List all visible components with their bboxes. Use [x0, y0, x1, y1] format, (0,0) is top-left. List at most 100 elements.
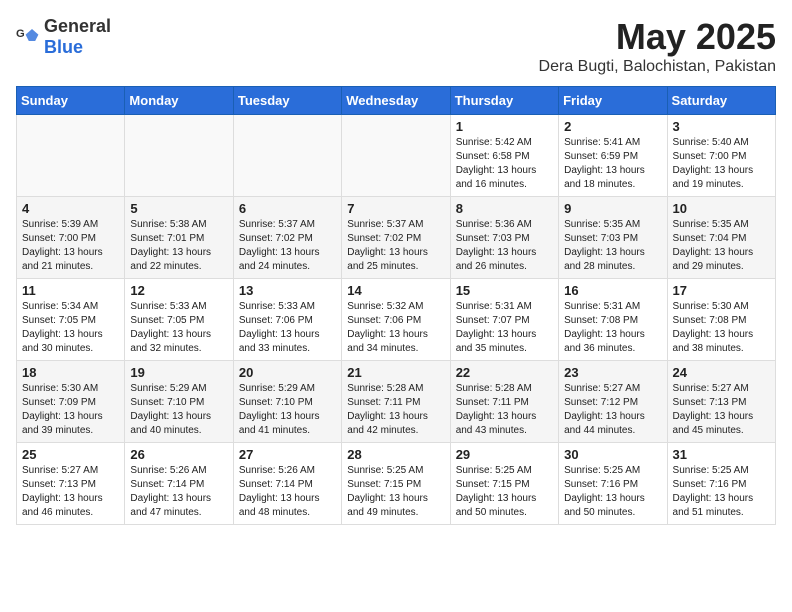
- day-detail: Sunrise: 5:37 AM Sunset: 7:02 PM Dayligh…: [347, 218, 444, 274]
- header: G General Blue May 2025 Dera Bugti, Balo…: [16, 16, 776, 76]
- title-section: May 2025 Dera Bugti, Balochistan, Pakist…: [539, 16, 776, 76]
- calendar-cell: 4 Sunrise: 5:39 AM Sunset: 7:00 PM Daylig…: [17, 197, 125, 279]
- day-detail: Sunrise: 5:39 AM Sunset: 7:00 PM Dayligh…: [22, 218, 119, 274]
- calendar-cell: 26Sunrise: 5:26 AM Sunset: 7:14 PM Dayli…: [125, 443, 233, 525]
- svg-text:G: G: [16, 28, 25, 40]
- day-detail: Sunrise: 5:26 AM Sunset: 7:14 PM Dayligh…: [239, 464, 336, 520]
- day-detail: Sunrise: 5:42 AM Sunset: 6:58 PM Dayligh…: [456, 136, 553, 192]
- calendar-header-row: SundayMondayTuesdayWednesdayThursdayFrid…: [17, 87, 776, 115]
- day-detail: Sunrise: 5:38 AM Sunset: 7:01 PM Dayligh…: [130, 218, 227, 274]
- day-number: 9: [564, 201, 661, 216]
- day-detail: Sunrise: 5:25 AM Sunset: 7:16 PM Dayligh…: [564, 464, 661, 520]
- day-header-saturday: Saturday: [667, 87, 775, 115]
- day-number: 3: [673, 119, 770, 134]
- day-detail: Sunrise: 5:33 AM Sunset: 7:06 PM Dayligh…: [239, 300, 336, 356]
- day-detail: Sunrise: 5:27 AM Sunset: 7:12 PM Dayligh…: [564, 382, 661, 438]
- day-header-monday: Monday: [125, 87, 233, 115]
- month-title: May 2025: [539, 16, 776, 58]
- day-number: 4: [22, 201, 119, 216]
- day-detail: Sunrise: 5:31 AM Sunset: 7:08 PM Dayligh…: [564, 300, 661, 356]
- calendar-cell: 19 Sunrise: 5:29 AM Sunset: 7:10 PM Dayli…: [125, 361, 233, 443]
- calendar-cell: 27 Sunrise: 5:26 AM Sunset: 7:14 PM Dayli…: [233, 443, 341, 525]
- day-header-tuesday: Tuesday: [233, 87, 341, 115]
- day-detail: Sunrise: 5:27 AM Sunset: 7:13 PM Dayligh…: [22, 464, 119, 520]
- calendar-cell: 18Sunrise: 5:30 AM Sunset: 7:09 PM Dayli…: [17, 361, 125, 443]
- day-detail: Sunrise: 5:32 AM Sunset: 7:06 PM Dayligh…: [347, 300, 444, 356]
- calendar-cell: 16 Sunrise: 5:31 AM Sunset: 7:08 PM Dayli…: [559, 279, 667, 361]
- logo-blue: Blue: [44, 37, 83, 57]
- day-detail: Sunrise: 5:26 AM Sunset: 7:14 PM Dayligh…: [130, 464, 227, 520]
- day-number: 12: [130, 283, 227, 298]
- day-number: 6: [239, 201, 336, 216]
- day-detail: Sunrise: 5:30 AM Sunset: 7:09 PM Dayligh…: [22, 382, 119, 438]
- day-header-sunday: Sunday: [17, 87, 125, 115]
- calendar-cell: 7Sunrise: 5:37 AM Sunset: 7:02 PM Daylig…: [342, 197, 450, 279]
- day-number: 16: [564, 283, 661, 298]
- day-detail: Sunrise: 5:25 AM Sunset: 7:15 PM Dayligh…: [456, 464, 553, 520]
- calendar-cell: 11Sunrise: 5:34 AM Sunset: 7:05 PM Dayli…: [17, 279, 125, 361]
- day-number: 25: [22, 447, 119, 462]
- calendar-cell: 9 Sunrise: 5:35 AM Sunset: 7:03 PM Daylig…: [559, 197, 667, 279]
- day-number: 28: [347, 447, 444, 462]
- day-number: 19: [130, 365, 227, 380]
- day-number: 13: [239, 283, 336, 298]
- calendar-cell: 23 Sunrise: 5:27 AM Sunset: 7:12 PM Dayli…: [559, 361, 667, 443]
- day-detail: Sunrise: 5:37 AM Sunset: 7:02 PM Dayligh…: [239, 218, 336, 274]
- day-number: 27: [239, 447, 336, 462]
- day-detail: Sunrise: 5:25 AM Sunset: 7:15 PM Dayligh…: [347, 464, 444, 520]
- logo-general: General: [44, 16, 111, 36]
- day-number: 2: [564, 119, 661, 134]
- calendar-cell: 5 Sunrise: 5:38 AM Sunset: 7:01 PM Daylig…: [125, 197, 233, 279]
- calendar-cell: 12Sunrise: 5:33 AM Sunset: 7:05 PM Dayli…: [125, 279, 233, 361]
- calendar-cell: 10Sunrise: 5:35 AM Sunset: 7:04 PM Dayli…: [667, 197, 775, 279]
- calendar-cell: 15Sunrise: 5:31 AM Sunset: 7:07 PM Dayli…: [450, 279, 558, 361]
- day-detail: Sunrise: 5:40 AM Sunset: 7:00 PM Dayligh…: [673, 136, 770, 192]
- logo-icon: G: [16, 25, 40, 49]
- day-number: 22: [456, 365, 553, 380]
- calendar-cell: 1 Sunrise: 5:42 AM Sunset: 6:58 PM Daylig…: [450, 115, 558, 197]
- calendar-cell: [233, 115, 341, 197]
- day-header-wednesday: Wednesday: [342, 87, 450, 115]
- calendar-cell: 30 Sunrise: 5:25 AM Sunset: 7:16 PM Dayli…: [559, 443, 667, 525]
- calendar-cell: 13 Sunrise: 5:33 AM Sunset: 7:06 PM Dayli…: [233, 279, 341, 361]
- day-number: 1: [456, 119, 553, 134]
- day-number: 21: [347, 365, 444, 380]
- calendar-week-row: 4 Sunrise: 5:39 AM Sunset: 7:00 PM Daylig…: [17, 197, 776, 279]
- day-detail: Sunrise: 5:30 AM Sunset: 7:08 PM Dayligh…: [673, 300, 770, 356]
- day-number: 23: [564, 365, 661, 380]
- location-subtitle: Dera Bugti, Balochistan, Pakistan: [539, 58, 776, 76]
- day-detail: Sunrise: 5:35 AM Sunset: 7:03 PM Dayligh…: [564, 218, 661, 274]
- calendar-cell: 24 Sunrise: 5:27 AM Sunset: 7:13 PM Dayli…: [667, 361, 775, 443]
- calendar-cell: 17 Sunrise: 5:30 AM Sunset: 7:08 PM Dayli…: [667, 279, 775, 361]
- calendar-cell: 20 Sunrise: 5:29 AM Sunset: 7:10 PM Dayli…: [233, 361, 341, 443]
- calendar-cell: 31 Sunrise: 5:25 AM Sunset: 7:16 PM Dayli…: [667, 443, 775, 525]
- day-number: 5: [130, 201, 227, 216]
- calendar-cell: [17, 115, 125, 197]
- day-detail: Sunrise: 5:29 AM Sunset: 7:10 PM Dayligh…: [130, 382, 227, 438]
- calendar-cell: 3 Sunrise: 5:40 AM Sunset: 7:00 PM Daylig…: [667, 115, 775, 197]
- calendar-table: SundayMondayTuesdayWednesdayThursdayFrid…: [16, 86, 776, 525]
- day-header-friday: Friday: [559, 87, 667, 115]
- logo: G General Blue: [16, 16, 111, 58]
- calendar-cell: 28 Sunrise: 5:25 AM Sunset: 7:15 PM Dayli…: [342, 443, 450, 525]
- day-number: 14: [347, 283, 444, 298]
- day-number: 31: [673, 447, 770, 462]
- calendar-week-row: 18Sunrise: 5:30 AM Sunset: 7:09 PM Dayli…: [17, 361, 776, 443]
- day-detail: Sunrise: 5:25 AM Sunset: 7:16 PM Dayligh…: [673, 464, 770, 520]
- calendar-cell: 8Sunrise: 5:36 AM Sunset: 7:03 PM Daylig…: [450, 197, 558, 279]
- day-number: 20: [239, 365, 336, 380]
- day-detail: Sunrise: 5:27 AM Sunset: 7:13 PM Dayligh…: [673, 382, 770, 438]
- calendar-week-row: 25 Sunrise: 5:27 AM Sunset: 7:13 PM Dayli…: [17, 443, 776, 525]
- calendar-cell: 2Sunrise: 5:41 AM Sunset: 6:59 PM Daylig…: [559, 115, 667, 197]
- day-number: 30: [564, 447, 661, 462]
- day-detail: Sunrise: 5:29 AM Sunset: 7:10 PM Dayligh…: [239, 382, 336, 438]
- day-detail: Sunrise: 5:28 AM Sunset: 7:11 PM Dayligh…: [347, 382, 444, 438]
- day-number: 11: [22, 283, 119, 298]
- day-number: 24: [673, 365, 770, 380]
- calendar-cell: 21 Sunrise: 5:28 AM Sunset: 7:11 PM Dayli…: [342, 361, 450, 443]
- day-detail: Sunrise: 5:35 AM Sunset: 7:04 PM Dayligh…: [673, 218, 770, 274]
- day-number: 17: [673, 283, 770, 298]
- calendar-week-row: 11Sunrise: 5:34 AM Sunset: 7:05 PM Dayli…: [17, 279, 776, 361]
- day-detail: Sunrise: 5:36 AM Sunset: 7:03 PM Dayligh…: [456, 218, 553, 274]
- calendar-cell: 14 Sunrise: 5:32 AM Sunset: 7:06 PM Dayli…: [342, 279, 450, 361]
